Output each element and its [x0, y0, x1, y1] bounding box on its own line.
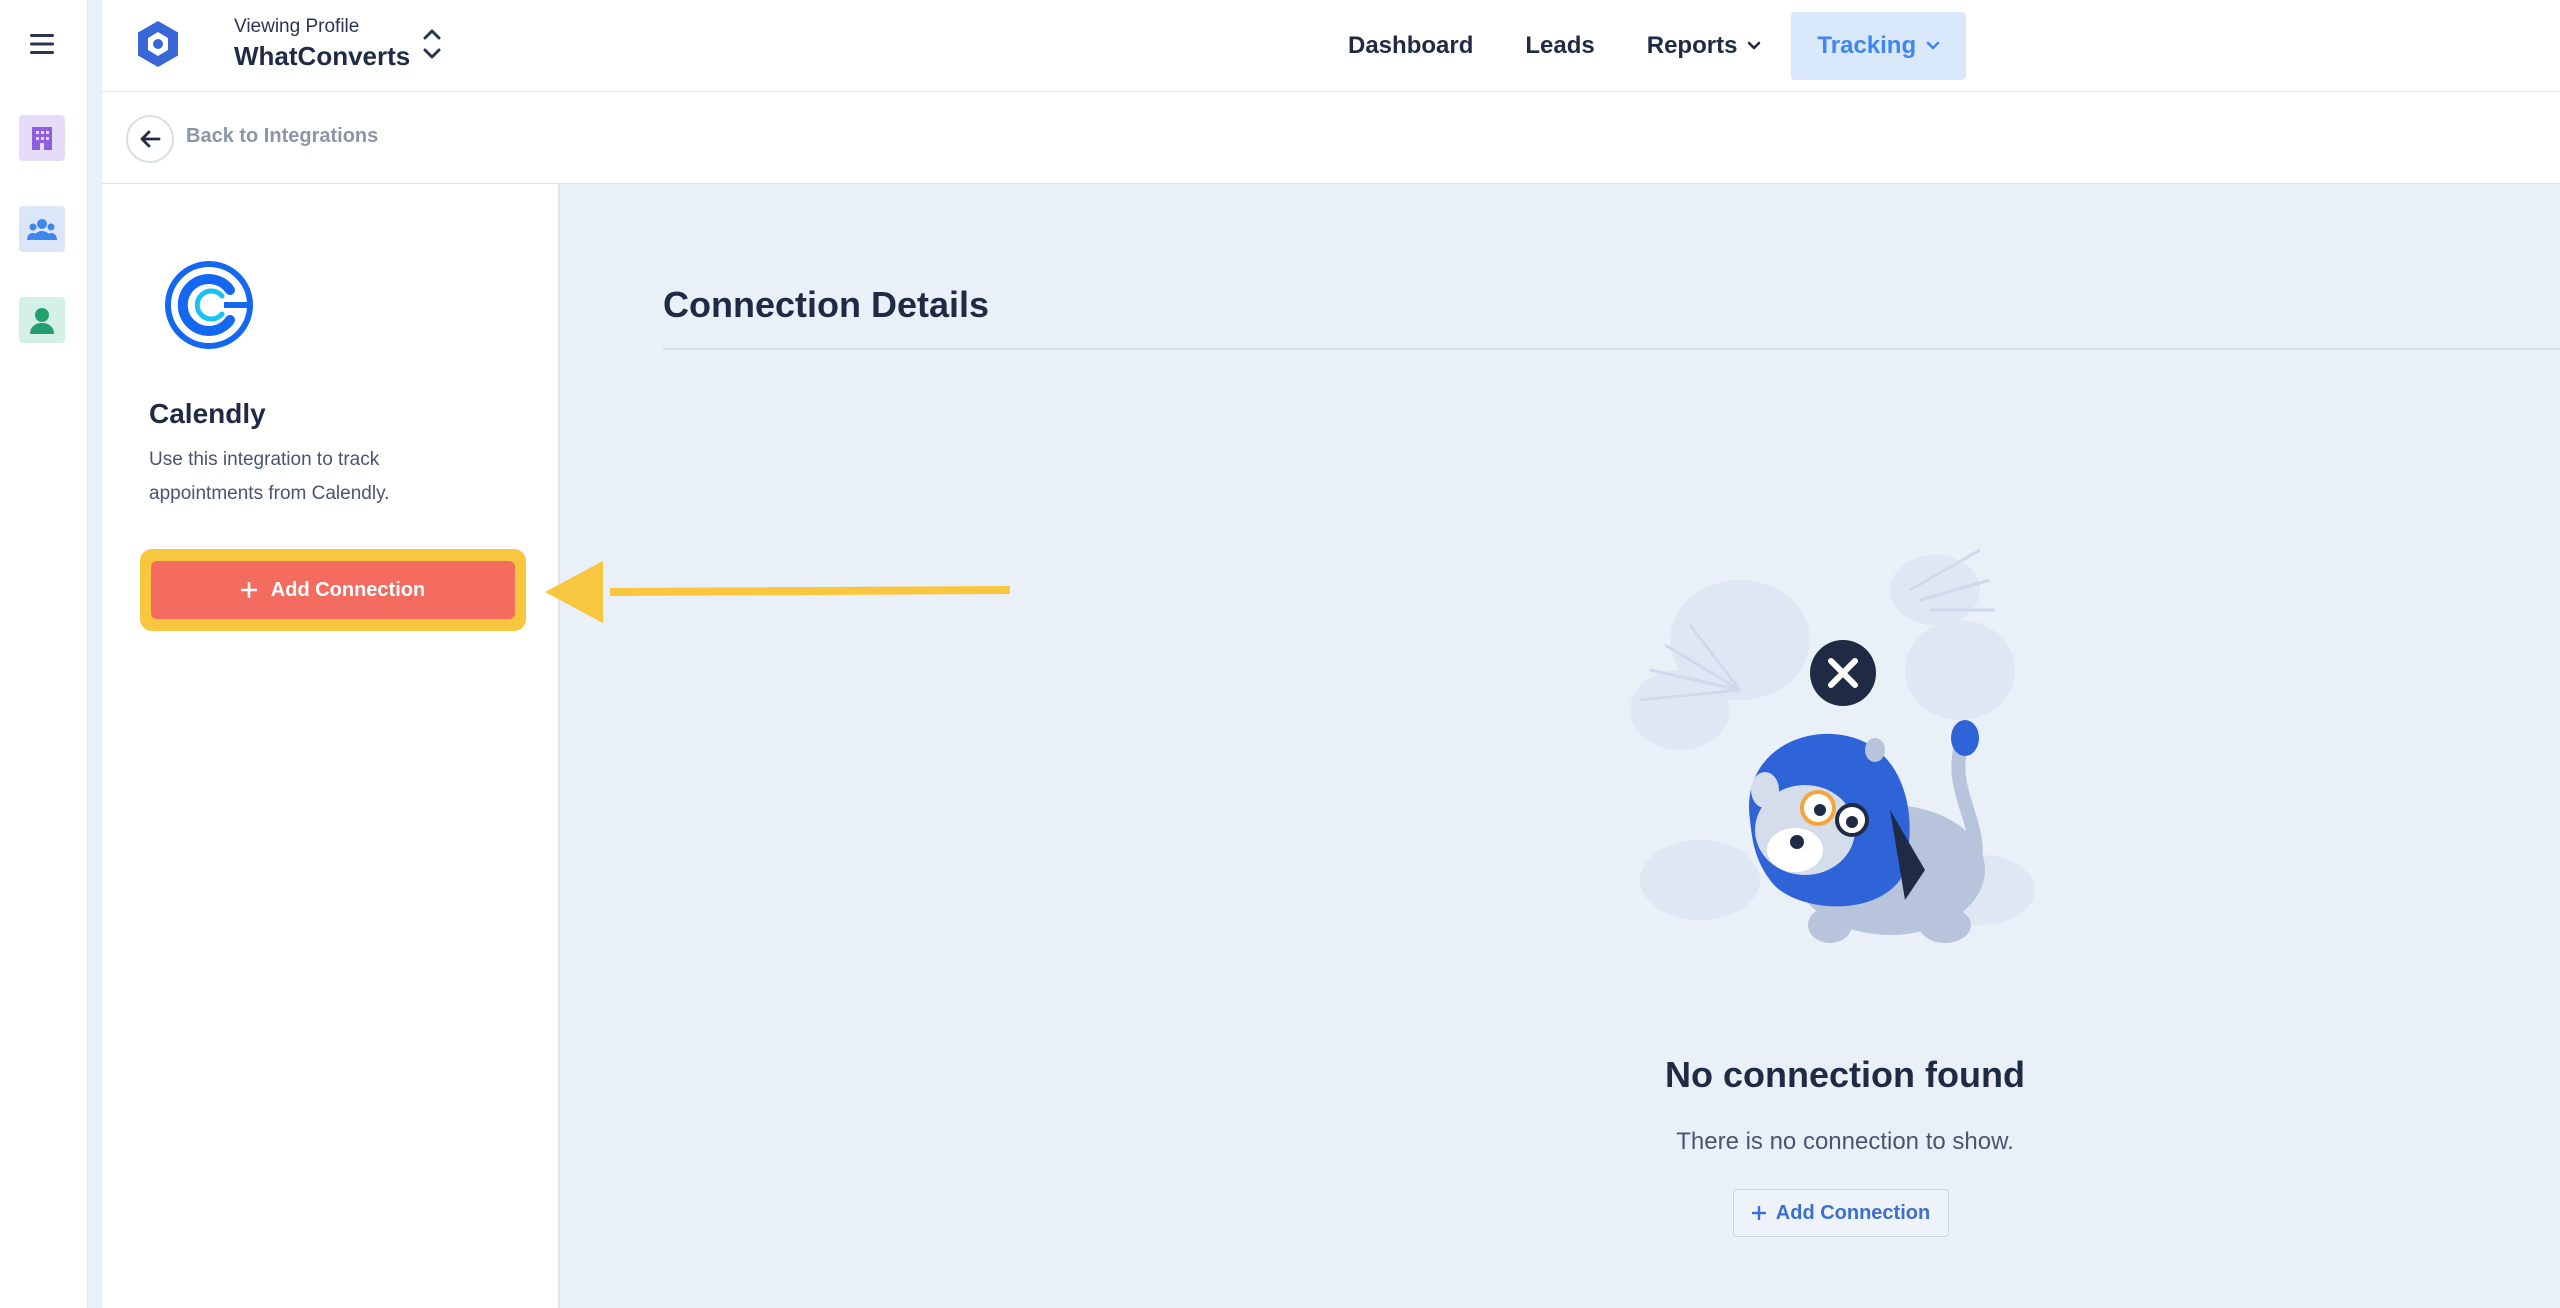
nav-leads[interactable]: Leads	[1499, 12, 1620, 80]
calendly-logo-icon	[164, 260, 254, 350]
back-button[interactable]	[126, 115, 174, 163]
add-connection-label: Add Connection	[270, 578, 426, 601]
empty-state-title: No connection found	[1665, 1054, 2025, 1095]
top-bar: Viewing Profile WhatConverts Dashboard L…	[102, 0, 2560, 92]
plus-icon	[1751, 1206, 1766, 1220]
profile-button[interactable]	[19, 297, 65, 343]
accounts-button[interactable]	[19, 206, 65, 252]
main-nav: Dashboard Leads Reports Tracking	[1322, 12, 1967, 80]
chevron-down-icon	[1748, 41, 1761, 50]
title-divider	[663, 348, 2560, 350]
profile-name: WhatConverts	[234, 41, 411, 71]
nav-tracking[interactable]: Tracking	[1791, 12, 1967, 80]
integration-title: Calendly	[149, 398, 266, 429]
empty-state-illustration	[1620, 530, 2060, 970]
arrow-left-icon	[140, 130, 161, 148]
connection-details-title: Connection Details	[663, 284, 990, 325]
whatconverts-logo-icon[interactable]	[132, 18, 184, 70]
empty-state-subtitle: There is no connection to show.	[1676, 1128, 2014, 1155]
building-icon	[32, 127, 52, 150]
agency-button[interactable]	[19, 115, 65, 161]
nav-leads-label: Leads	[1525, 32, 1595, 59]
nav-tracking-label: Tracking	[1817, 32, 1917, 59]
back-link[interactable]: Back to Integrations	[186, 125, 378, 148]
nav-reports[interactable]: Reports	[1621, 12, 1788, 80]
integration-panel: Calendly Use this integration to track a…	[102, 184, 560, 1308]
nav-dashboard-label: Dashboard	[1348, 32, 1474, 59]
user-icon	[30, 308, 54, 334]
profile-switcher[interactable]: Viewing Profile WhatConverts	[234, 16, 410, 72]
integration-description: Use this integration to track appointmen…	[149, 449, 390, 504]
plus-icon	[240, 582, 257, 598]
empty-add-connection-button[interactable]: Add Connection	[1733, 1189, 1949, 1237]
chevron-down-icon	[1926, 41, 1940, 50]
left-rail	[0, 0, 88, 1308]
nav-dashboard[interactable]: Dashboard	[1322, 12, 1499, 80]
sub-bar: Back to Integrations	[102, 92, 2560, 184]
annotation-arrow	[540, 555, 1020, 625]
profile-label: Viewing Profile	[234, 16, 360, 37]
users-icon	[27, 219, 57, 240]
rail-divider	[88, 0, 102, 1308]
chevron-updown-icon[interactable]	[420, 24, 444, 64]
nav-reports-label: Reports	[1646, 32, 1738, 59]
hamburger-menu-icon[interactable]	[28, 30, 56, 58]
empty-add-connection-label: Add Connection	[1775, 1201, 1931, 1224]
add-connection-button[interactable]: Add Connection	[151, 561, 515, 619]
